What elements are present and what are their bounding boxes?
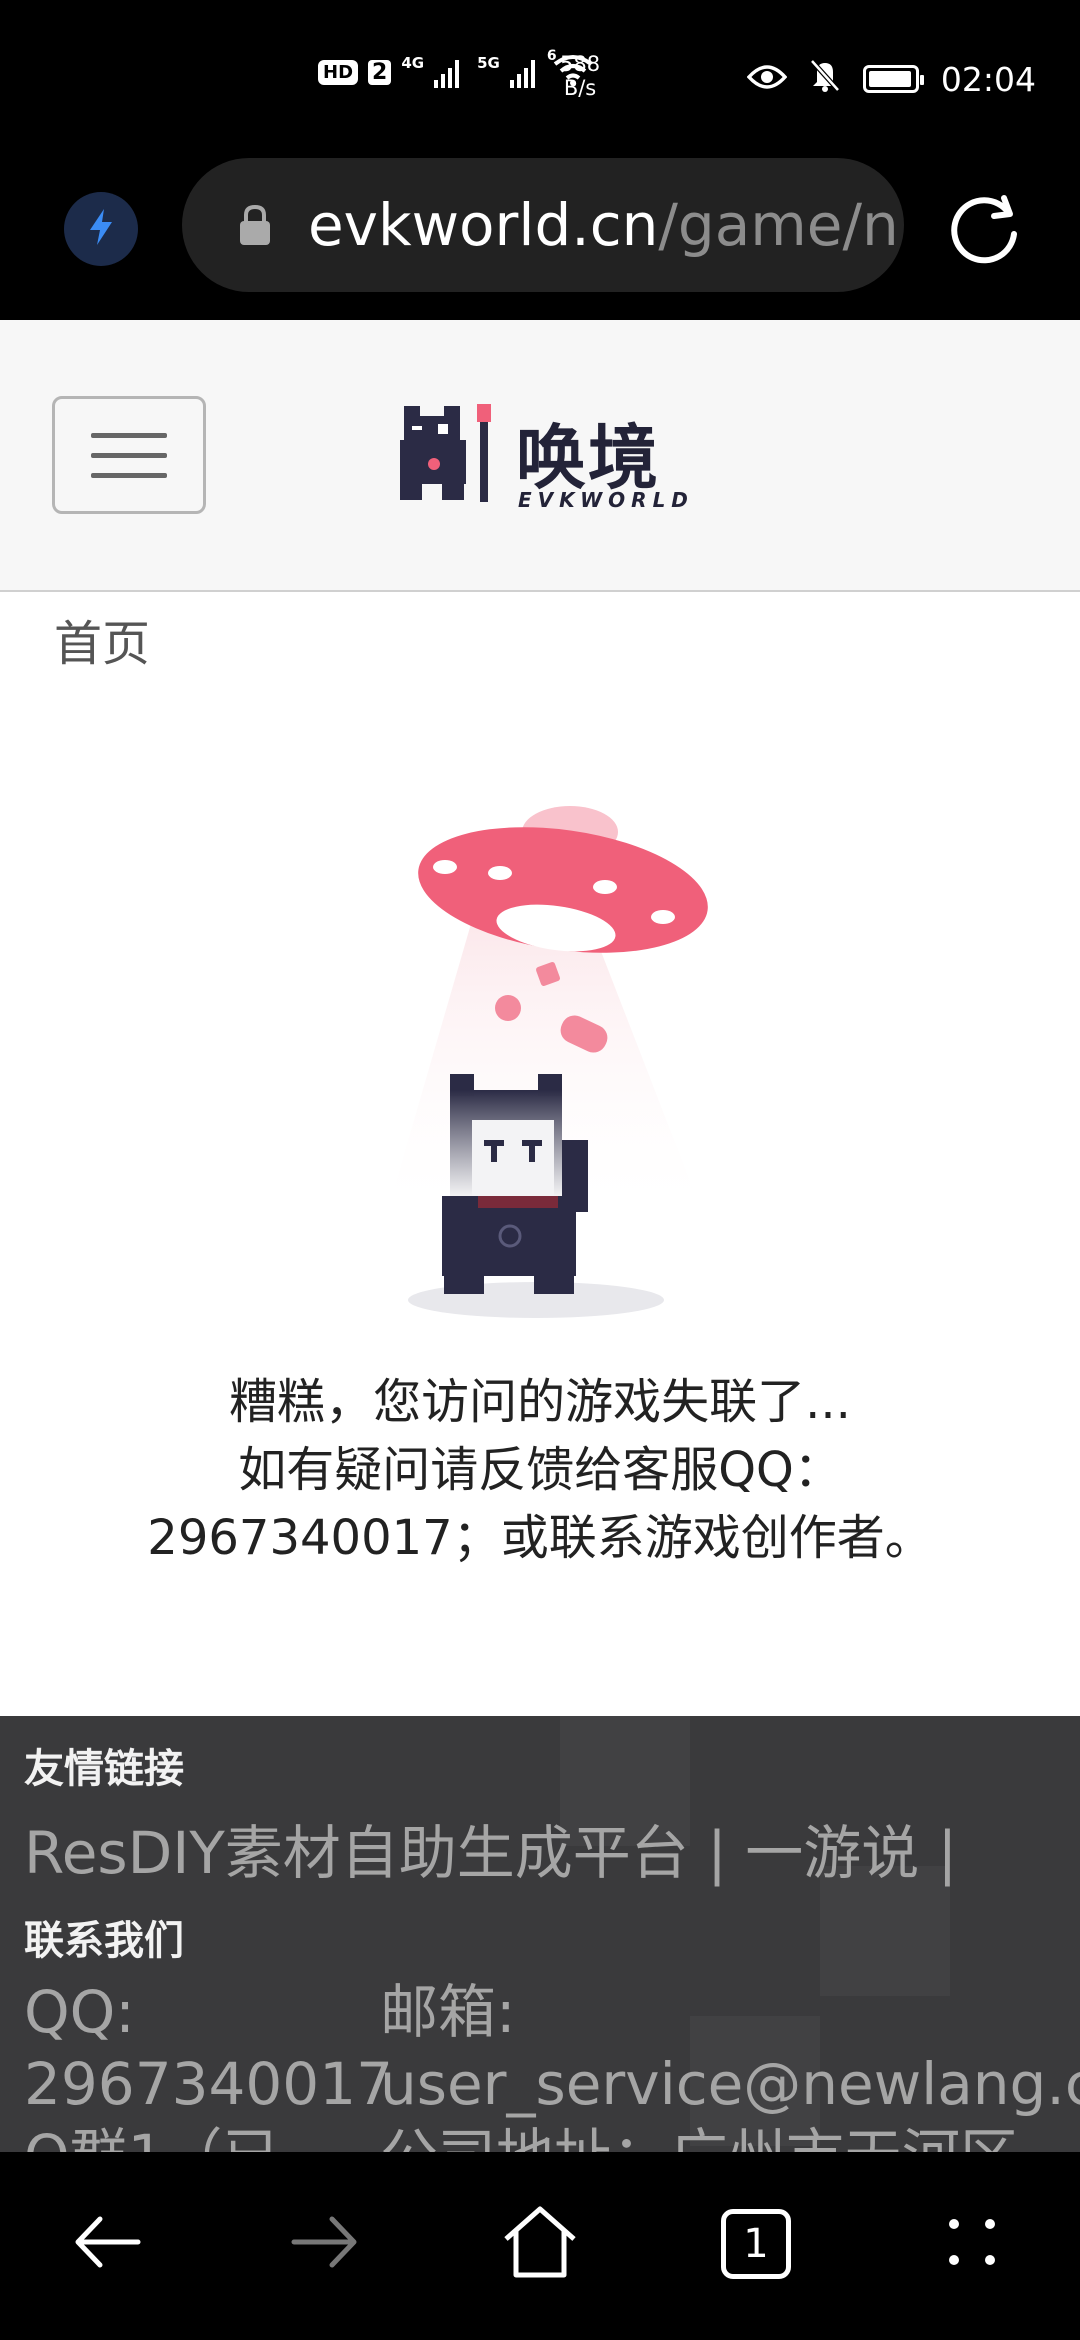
- logo-mascot-icon: [400, 404, 491, 502]
- error-message-line-1: 糟糕，您访问的游戏失联了...: [229, 1374, 851, 1430]
- bolt-button[interactable]: [64, 192, 138, 266]
- address-label: 公司地址：广州市天河区: [380, 2120, 1080, 2152]
- eye-icon: [746, 60, 788, 99]
- ufo-mascot-illustration: [385, 806, 708, 1318]
- url-path: /game/n: [658, 191, 899, 259]
- browser-navbar: 1: [0, 2152, 1080, 2340]
- reload-button[interactable]: [944, 190, 1026, 272]
- status-left-group: HD 2 4G 5G 6: [318, 48, 593, 91]
- network-1-label: 4G: [401, 54, 425, 72]
- tabs-icon: 1: [721, 2209, 791, 2279]
- url-host: evkworld.cn: [308, 191, 659, 259]
- hd-badge: HD: [318, 60, 359, 85]
- logo-english-text: EVKWORLD: [518, 488, 694, 512]
- more-menu-button[interactable]: [924, 2196, 1020, 2292]
- speed-unit: B/s: [563, 76, 597, 100]
- url-text: evkworld.cn/game/n: [308, 191, 899, 259]
- network-speed: 588 B/s: [560, 52, 600, 100]
- error-message-line-2: 如有疑问请反馈给客服QQ：: [238, 1442, 842, 1498]
- email-value[interactable]: user_service@newlang.cn: [380, 2048, 1080, 2120]
- error-message: 糟糕，您访问的游戏失联了... 如有疑问请反馈给客服QQ： 2967340017…: [0, 1368, 1080, 1572]
- contact-column-2: 邮箱: user_service@newlang.cn 公司地址：广州市天河区: [380, 1976, 1080, 2152]
- menu-line: [91, 432, 167, 438]
- battery-icon: [862, 65, 924, 93]
- more-dots-icon: [942, 2212, 1002, 2276]
- lock-icon: [232, 195, 278, 255]
- signal-1-icon: [434, 58, 460, 88]
- home-button[interactable]: [492, 2196, 588, 2292]
- qq-group-label: Q群1（已: [24, 2120, 393, 2152]
- signal-2-icon: [509, 58, 535, 88]
- clock: 02:04: [940, 59, 1036, 99]
- browser-toolbar: evkworld.cn/game/n: [0, 150, 1080, 320]
- contact-us-title: 联系我们: [24, 1918, 184, 1964]
- lost-game-illustration: [360, 800, 730, 1330]
- menu-line: [91, 472, 167, 478]
- forward-arrow-icon: [284, 2207, 364, 2281]
- back-arrow-icon: [68, 2207, 148, 2281]
- friend-links-title: 友情链接: [24, 1746, 184, 1792]
- email-label: 邮箱:: [380, 1978, 516, 2046]
- sim-label: 2: [368, 60, 392, 85]
- speed-value: 588: [560, 52, 601, 76]
- qq-label: QQ:: [24, 1978, 135, 2046]
- address-bar[interactable]: evkworld.cn/game/n: [182, 158, 904, 292]
- friend-links[interactable]: ResDIY素材自助生成平台 | 一游说 |: [24, 1806, 957, 1890]
- breadcrumb-home[interactable]: 首页: [54, 604, 150, 674]
- qq-value: 2967340017: [24, 2050, 394, 2118]
- lightning-icon: [86, 207, 116, 251]
- menu-line: [91, 452, 167, 458]
- hamburger-menu-button[interactable]: [52, 396, 206, 514]
- status-right-group: 02:04: [746, 58, 1036, 100]
- site-header: 唤境 EVKWORLD: [0, 320, 1080, 592]
- site-footer: 友情链接 ResDIY素材自助生成平台 | 一游说 | 联系我们 QQ: 296…: [0, 1716, 1080, 2152]
- contact-info: QQ: 2967340017 Q群1（已 邮箱: user_service@ne…: [24, 1976, 1080, 2152]
- network-2-label: 5G: [477, 54, 500, 72]
- reload-icon: [944, 195, 1026, 276]
- tabs-button[interactable]: 1: [708, 2196, 804, 2292]
- back-button[interactable]: [60, 2196, 156, 2292]
- error-message-line-3: 2967340017；或联系游戏创作者。: [147, 1510, 933, 1566]
- site-logo[interactable]: 唤境 EVKWORLD: [400, 400, 690, 512]
- mute-bell-icon: [809, 58, 841, 100]
- forward-button[interactable]: [276, 2196, 372, 2292]
- wifi-badge: 6: [546, 48, 557, 64]
- status-bar: HD 2 4G 5G 6 588 B/s 02:04: [0, 0, 1080, 150]
- home-icon: [500, 2203, 580, 2285]
- tab-count: 1: [743, 2221, 769, 2267]
